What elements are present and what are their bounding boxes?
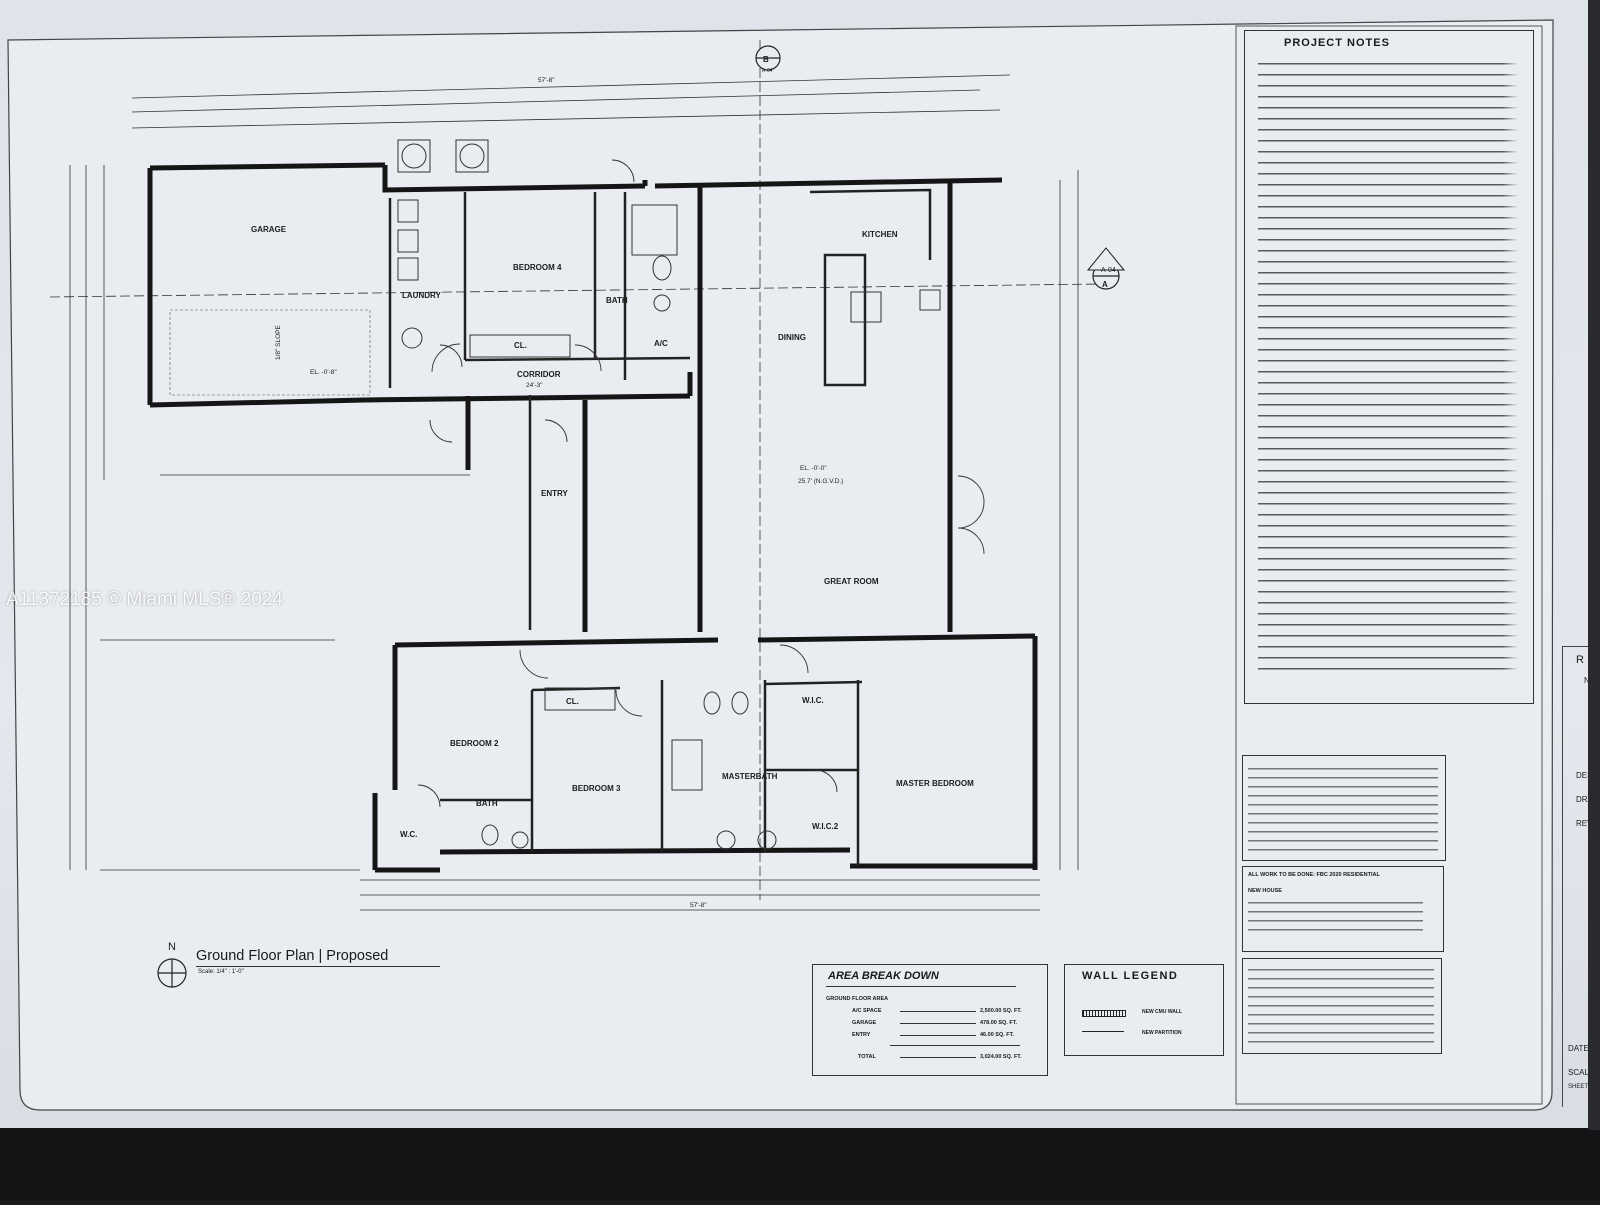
area-row-leader: [900, 1011, 976, 1012]
monitor-bezel-right: [1588, 0, 1600, 1130]
room-label-bath-upper: BATH: [606, 296, 628, 305]
elevation-great-room-ngvd: 25.7' (N.G.V.D.): [798, 478, 843, 485]
area-row-value: 3,024.00 SQ. FT.: [980, 1054, 1022, 1060]
room-label-laundry: LAUNDRY: [402, 291, 441, 300]
room-label-bedroom4: BEDROOM 4: [513, 263, 562, 272]
termite-note-text-lines: [1248, 965, 1434, 1045]
project-notes-text-lines: [1258, 58, 1518, 678]
area-row-value: 46.00 SQ. FT.: [980, 1032, 1014, 1038]
area-row-label: A/C SPACE: [852, 1008, 882, 1014]
area-row-label: ENTRY: [852, 1032, 871, 1038]
dim-overall-bottom: 57'-8": [690, 902, 707, 909]
project-notes-heading: PROJECT NOTES: [1284, 37, 1390, 49]
room-label-wic1: W.I.C.: [802, 696, 824, 705]
area-breakdown-subheading: GROUND FLOOR AREA: [826, 996, 889, 1002]
room-label-dining: DINING: [778, 333, 806, 342]
area-total-rule: [890, 1045, 1020, 1046]
section-a-label: A: [1102, 280, 1108, 289]
room-label-masterbath: MASTERBATH: [722, 772, 778, 781]
room-label-bedroom2: BEDROOM 2: [450, 739, 499, 748]
code-box-line1: ALL WORK TO BE DONE: FBC 2020 RESIDENTIA…: [1248, 872, 1380, 878]
area-breakdown-heading: AREA BREAK DOWN: [828, 970, 939, 982]
room-label-bedroom3: BEDROOM 3: [572, 784, 621, 793]
north-label: N: [168, 941, 176, 953]
area-row-label: GARAGE: [852, 1020, 877, 1026]
code-box-line2: NEW HOUSE: [1248, 888, 1282, 894]
section-b-ref: A-04: [762, 68, 773, 74]
dim-corridor: 24'-3": [526, 382, 543, 389]
code-box-text-lines: [1248, 898, 1423, 938]
room-label-wc: W.C.: [400, 830, 417, 839]
title-strip-sheet: SHEET: [1568, 1084, 1589, 1090]
room-label-closet-b3: CL.: [566, 697, 579, 706]
area-breakdown-divider: [826, 986, 1016, 987]
room-label-garage: GARAGE: [251, 225, 287, 234]
area-row-value: 478.00 SQ. FT.: [980, 1020, 1017, 1026]
elevation-garage: EL. -0'-8": [310, 369, 337, 376]
garage-slope-note: 1/8" SLOPE: [275, 325, 282, 360]
section-b-label: B: [763, 55, 769, 64]
elevation-great-room: EL. -0'-0": [800, 465, 827, 472]
plan-title: Ground Floor Plan | Proposed: [196, 948, 389, 964]
wall-legend-row: NEW CMU WALL: [1142, 1009, 1182, 1015]
plan-scale: Scale: 1/4" : 1'-0": [198, 969, 244, 975]
monitor-bezel-bottom: [0, 1128, 1600, 1200]
mls-watermark: A11372185 © Miami MLS® 2024: [6, 589, 283, 610]
plan-title-underline: [196, 966, 440, 967]
room-label-master-bedroom: MASTER BEDROOM: [896, 779, 974, 788]
room-label-great-room: GREAT ROOM: [824, 577, 879, 586]
title-strip-r: R: [1576, 654, 1584, 666]
code-note-text-lines: [1248, 764, 1438, 852]
area-row-label: TOTAL: [858, 1054, 876, 1060]
area-row-leader: [900, 1057, 976, 1058]
dim-overall-top: 57'-8": [538, 77, 555, 84]
title-strip: [1562, 646, 1589, 1107]
room-label-closet-upper: CL.: [514, 341, 527, 350]
room-label-wic2: W.I.C.2: [812, 822, 839, 831]
room-label-bath-lower: BATH: [476, 799, 498, 808]
room-label-ac: A/C: [654, 339, 668, 348]
area-row-value: 2,500.00 SQ. FT.: [980, 1008, 1022, 1014]
partition-swatch: [1082, 1031, 1124, 1032]
area-row-leader: [900, 1023, 976, 1024]
room-label-entry: ENTRY: [541, 489, 568, 498]
area-row-leader: [900, 1035, 976, 1036]
room-label-corridor: CORRIDOR: [517, 370, 561, 379]
wall-legend-row: NEW PARTITION: [1142, 1030, 1182, 1036]
room-label-kitchen: KITCHEN: [862, 230, 898, 239]
cmu-wall-swatch: [1082, 1010, 1126, 1017]
wall-legend-heading: WALL LEGEND: [1082, 970, 1179, 982]
section-a-ref: A-04: [1101, 267, 1116, 274]
